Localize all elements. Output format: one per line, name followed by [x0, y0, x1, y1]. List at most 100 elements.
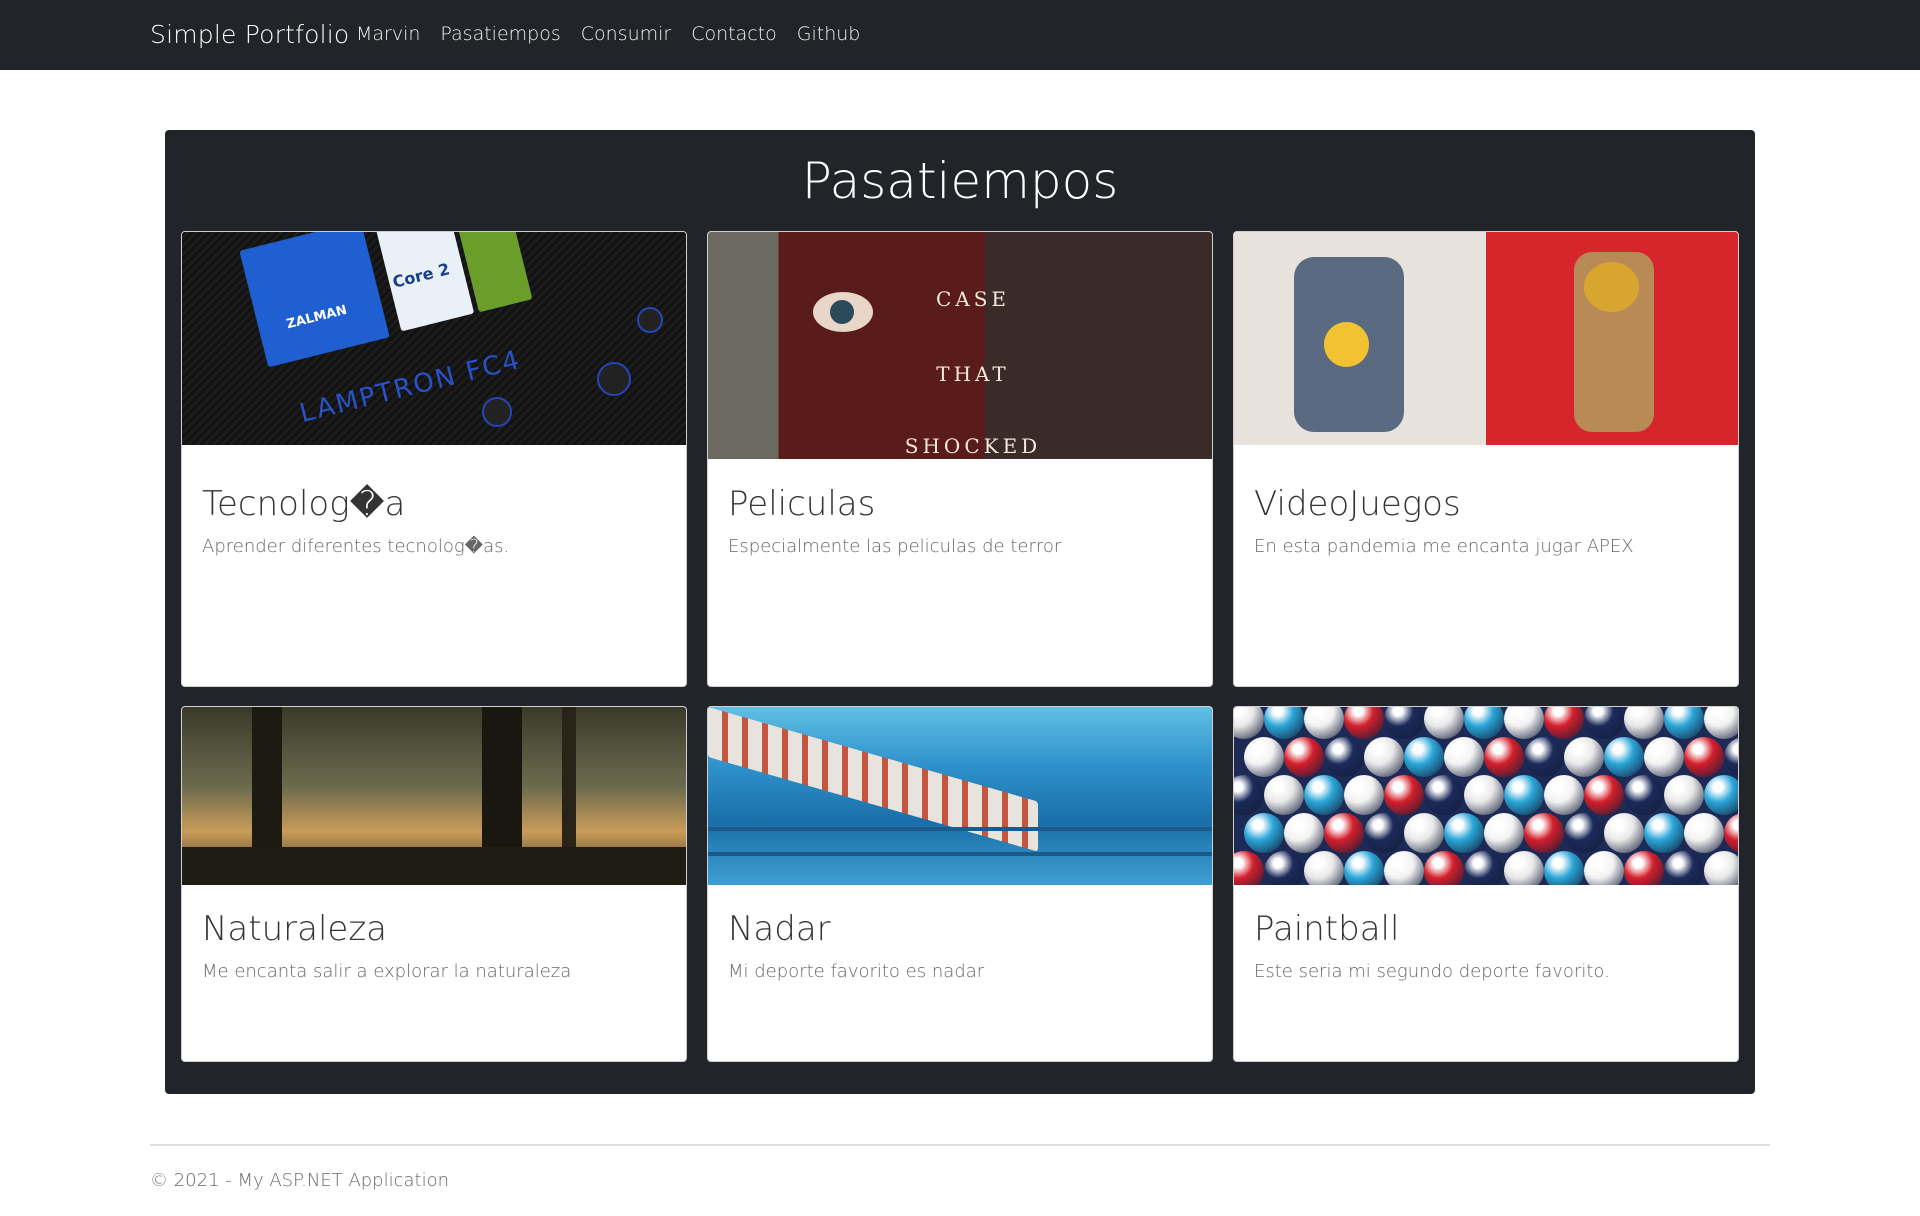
footer-divider: [150, 1144, 1770, 1146]
paintball-decoration: [1424, 851, 1464, 885]
paintball-decoration: [1544, 775, 1584, 815]
horror-movie-image: CASE THAT SHOCKED: [708, 232, 1212, 459]
nav-links: Marvin Pasatiempos Consumir Contacto Git…: [356, 23, 860, 45]
paintball-decoration: [1284, 813, 1324, 853]
paintball-decoration: [1264, 775, 1304, 815]
paintball-decoration: [1234, 775, 1264, 815]
paintball-decoration: [1364, 737, 1404, 777]
paintball-decoration: [1384, 707, 1424, 739]
paintball-decoration: [1344, 851, 1384, 885]
paintball-decoration: [1504, 851, 1544, 885]
paintball-decoration: [1424, 775, 1464, 815]
swimming-pool-image: [708, 707, 1212, 885]
paintball-decoration: [1304, 707, 1344, 739]
paintball-decoration: [1664, 775, 1704, 815]
paintball-decoration: [1424, 707, 1464, 739]
card-text: Especialmente las peliculas de terror: [728, 536, 1062, 557]
paintball-decoration: [1544, 851, 1584, 885]
card-text: En esta pandemia me encanta jugar APEX: [1254, 536, 1634, 557]
card-videojuegos: VideoJuegos En esta pandemia me encanta …: [1233, 231, 1739, 687]
paintball-decoration: [1524, 813, 1564, 853]
card-text: Aprender diferentes tecnolog�as.: [202, 536, 510, 557]
card-tecnologia: ZALMAN Core 2 LAMPTRON FC4 Tecnolog�a Ap…: [181, 231, 687, 687]
paintball-decoration: [1704, 775, 1738, 815]
paintball-decoration: [1704, 851, 1738, 885]
paintball-decoration: [1364, 813, 1404, 853]
apex-game-image: [1234, 232, 1738, 445]
nav-link-consumir[interactable]: Consumir: [581, 23, 671, 45]
paintball-decoration: [1504, 707, 1544, 739]
paintball-decoration: [1544, 707, 1584, 739]
paintball-decoration: [1344, 707, 1384, 739]
paintball-decoration: [1564, 813, 1604, 853]
paintball-decoration: [1284, 737, 1324, 777]
paintball-decoration: [1384, 775, 1424, 815]
card-title: VideoJuegos: [1254, 484, 1461, 524]
paintball-decoration: [1684, 813, 1724, 853]
nav-link-github[interactable]: Github: [797, 23, 861, 45]
brand-link[interactable]: Simple Portfolio: [150, 20, 349, 49]
paintball-decoration: [1244, 737, 1284, 777]
paintball-decoration: [1464, 851, 1504, 885]
card-naturaleza: Naturaleza Me encanta salir a explorar l…: [181, 706, 687, 1062]
paintball-decoration: [1664, 707, 1704, 739]
paintballs-image: [1234, 707, 1738, 885]
paintball-decoration: [1384, 851, 1424, 885]
paintball-decoration: [1724, 737, 1738, 777]
paintball-decoration: [1684, 737, 1724, 777]
paintball-decoration: [1644, 813, 1684, 853]
paintball-decoration: [1264, 707, 1304, 739]
forest-image: [182, 707, 686, 885]
paintball-decoration: [1584, 851, 1624, 885]
nav-link-contacto[interactable]: Contacto: [691, 23, 777, 45]
paintball-decoration: [1344, 775, 1384, 815]
paintball-decoration: [1564, 737, 1604, 777]
page-title: Pasatiempos: [801, 152, 1119, 210]
paintball-decoration: [1484, 737, 1524, 777]
card-text: Mi deporte favorito es nadar: [728, 961, 985, 982]
paintball-decoration: [1264, 851, 1304, 885]
card-nadar: Nadar Mi deporte favorito es nadar: [707, 706, 1213, 1062]
paintball-decoration: [1464, 775, 1504, 815]
top-navbar: Simple Portfolio Marvin Pasatiempos Cons…: [0, 0, 1920, 70]
paintball-decoration: [1584, 707, 1624, 739]
card-title: Naturaleza: [202, 909, 388, 949]
paintball-decoration: [1524, 737, 1564, 777]
card-text: Este seria mi segundo deporte favorito.: [1254, 961, 1610, 982]
paintball-decoration: [1244, 813, 1284, 853]
card-paintball: Paintball Este seria mi segundo deporte …: [1233, 706, 1739, 1062]
paintball-decoration: [1644, 737, 1684, 777]
paintball-decoration: [1464, 707, 1504, 739]
nav-link-marvin[interactable]: Marvin: [356, 23, 420, 45]
paintball-decoration: [1624, 775, 1664, 815]
footer-copyright: © 2021 - My ASP.NET Application: [150, 1170, 450, 1191]
paintball-decoration: [1404, 813, 1444, 853]
paintball-decoration: [1324, 737, 1364, 777]
card-title: Peliculas: [728, 484, 876, 524]
paintball-decoration: [1624, 707, 1664, 739]
paintball-decoration: [1604, 737, 1644, 777]
card-title: Paintball: [1254, 909, 1400, 949]
paintball-decoration: [1504, 775, 1544, 815]
nav-link-pasatiempos[interactable]: Pasatiempos: [440, 23, 560, 45]
card-peliculas: CASE THAT SHOCKED Peliculas Especialment…: [707, 231, 1213, 687]
computer-case-image: ZALMAN Core 2 LAMPTRON FC4: [182, 232, 686, 445]
paintball-decoration: [1234, 851, 1264, 885]
paintball-decoration: [1624, 851, 1664, 885]
paintball-decoration: [1484, 813, 1524, 853]
paintball-decoration: [1444, 813, 1484, 853]
paintball-decoration: [1604, 813, 1644, 853]
paintball-decoration: [1724, 813, 1738, 853]
paintball-decoration: [1304, 775, 1344, 815]
hobbies-panel: Pasatiempos ZALMAN Core 2 LAMPTRON FC4 T…: [165, 130, 1755, 1094]
paintball-decoration: [1324, 813, 1364, 853]
paintball-decoration: [1404, 737, 1444, 777]
card-title: Tecnolog�a: [202, 484, 406, 524]
paintball-decoration: [1304, 851, 1344, 885]
paintball-decoration: [1704, 707, 1738, 739]
card-text: Me encanta salir a explorar la naturalez…: [202, 961, 572, 982]
paintball-decoration: [1234, 707, 1264, 739]
paintball-decoration: [1444, 737, 1484, 777]
paintball-decoration: [1584, 775, 1624, 815]
card-title: Nadar: [728, 909, 831, 949]
